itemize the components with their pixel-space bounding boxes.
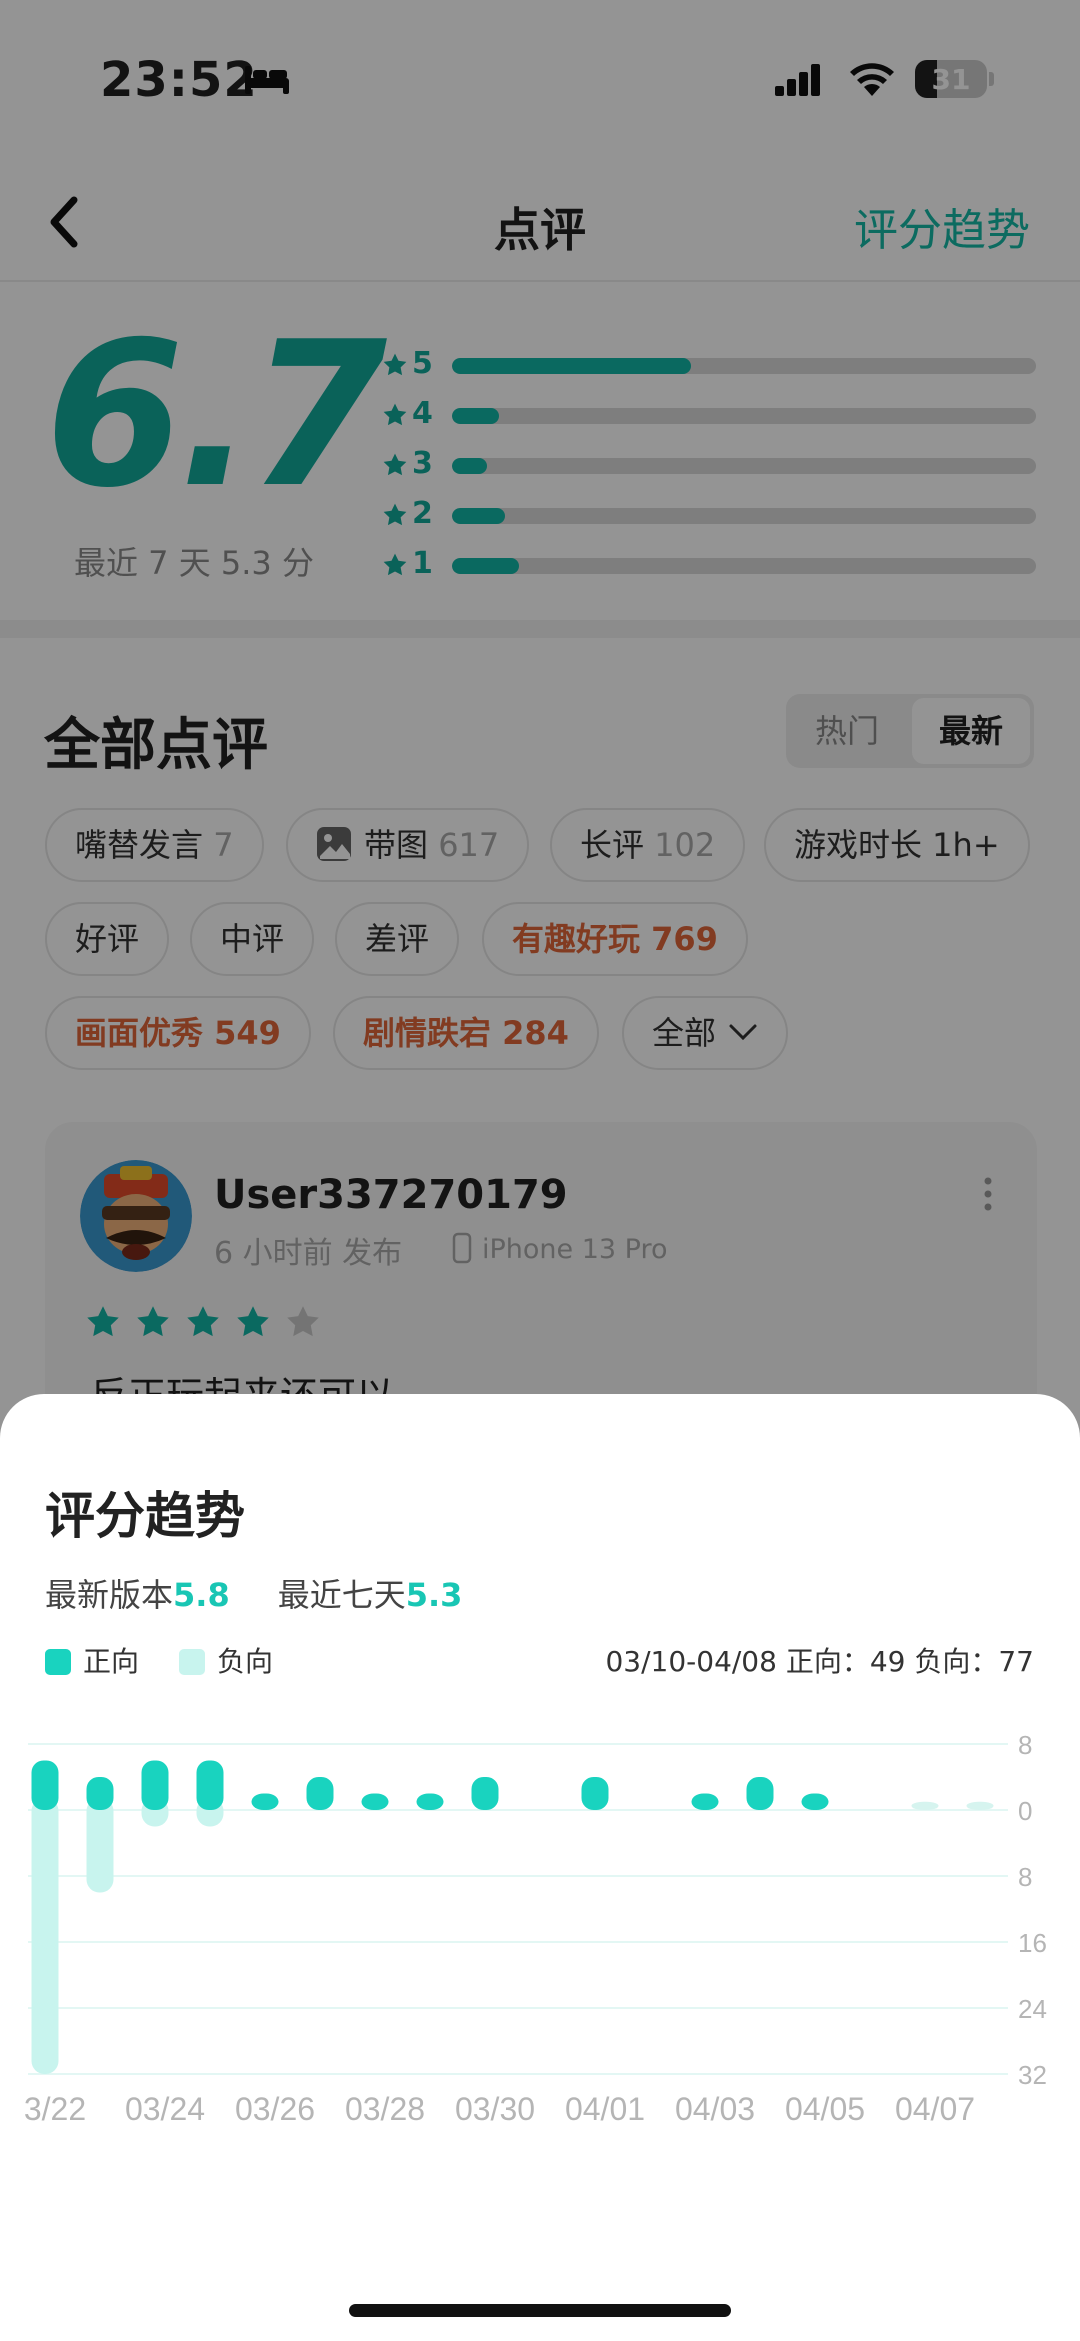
score-stats: 最新版本5.8 最近七天5.3 xyxy=(45,1570,462,1616)
y-tick-label: 0 xyxy=(1018,1796,1032,1826)
bar-positive xyxy=(306,1777,334,1810)
latest-version-label: 最新版本 xyxy=(45,1576,174,1614)
recent-seven-days-label: 最近七天 xyxy=(277,1576,406,1614)
x-tick-label: 03/26 xyxy=(235,2091,315,2127)
x-tick-label: 03/28 xyxy=(345,2091,425,2127)
legend-negative-label: 负向 xyxy=(217,1645,274,1678)
bar-positive xyxy=(801,1793,829,1810)
recent-seven-days-score: 5.3 xyxy=(405,1576,463,1614)
x-tick-label: 03/24 xyxy=(125,2091,205,2127)
date-range-summary: 03/10-04/08 正向：49 负向：77 xyxy=(605,1645,1034,1678)
bar-positive xyxy=(196,1760,224,1810)
latest-version-score: 5.8 xyxy=(173,1576,230,1614)
bar-positive xyxy=(361,1793,389,1810)
legend-negative-swatch xyxy=(179,1649,206,1675)
home-indicator[interactable] xyxy=(349,2304,731,2317)
x-tick-label: 04/05 xyxy=(785,2091,865,2127)
x-tick-label: 03/30 xyxy=(455,2091,535,2127)
chart-legend: 正向 负向 xyxy=(45,1640,313,1680)
y-tick-label: 8 xyxy=(1018,1730,1032,1760)
bar-positive xyxy=(141,1760,169,1810)
rating-trend-chart[interactable]: 8 0 8 16 24 32 3/22 03/24 03/26 03/28 03/30 04/01 04… xyxy=(0,1720,1080,2140)
sheet-title: 评分趋势 xyxy=(45,1487,245,1545)
legend-positive-swatch xyxy=(45,1649,71,1675)
x-tick-label: 04/01 xyxy=(565,2091,645,2127)
bar-negative xyxy=(31,1798,59,2074)
bar-positive xyxy=(966,1801,994,1810)
x-tick-label: 3/22 xyxy=(24,2091,86,2127)
bar-positive xyxy=(31,1760,59,1810)
bar-positive xyxy=(911,1801,939,1810)
x-tick-label: 04/03 xyxy=(675,2091,755,2127)
bar-positive xyxy=(691,1793,719,1810)
y-tick-label: 32 xyxy=(1018,2060,1047,2090)
legend-positive-label: 正向 xyxy=(83,1645,140,1678)
y-tick-label: 24 xyxy=(1018,1994,1047,2024)
y-tick-label: 16 xyxy=(1018,1928,1047,1958)
bar-positive xyxy=(416,1793,444,1810)
bar-positive xyxy=(86,1777,114,1810)
bar-positive xyxy=(251,1793,279,1810)
bar-positive xyxy=(471,1777,499,1810)
y-tick-label: 8 xyxy=(1018,1862,1032,1892)
bar-positive xyxy=(581,1777,609,1810)
x-tick-label: 04/07 xyxy=(895,2091,975,2127)
bar-negative xyxy=(86,1798,114,1893)
bar-positive xyxy=(746,1777,774,1810)
